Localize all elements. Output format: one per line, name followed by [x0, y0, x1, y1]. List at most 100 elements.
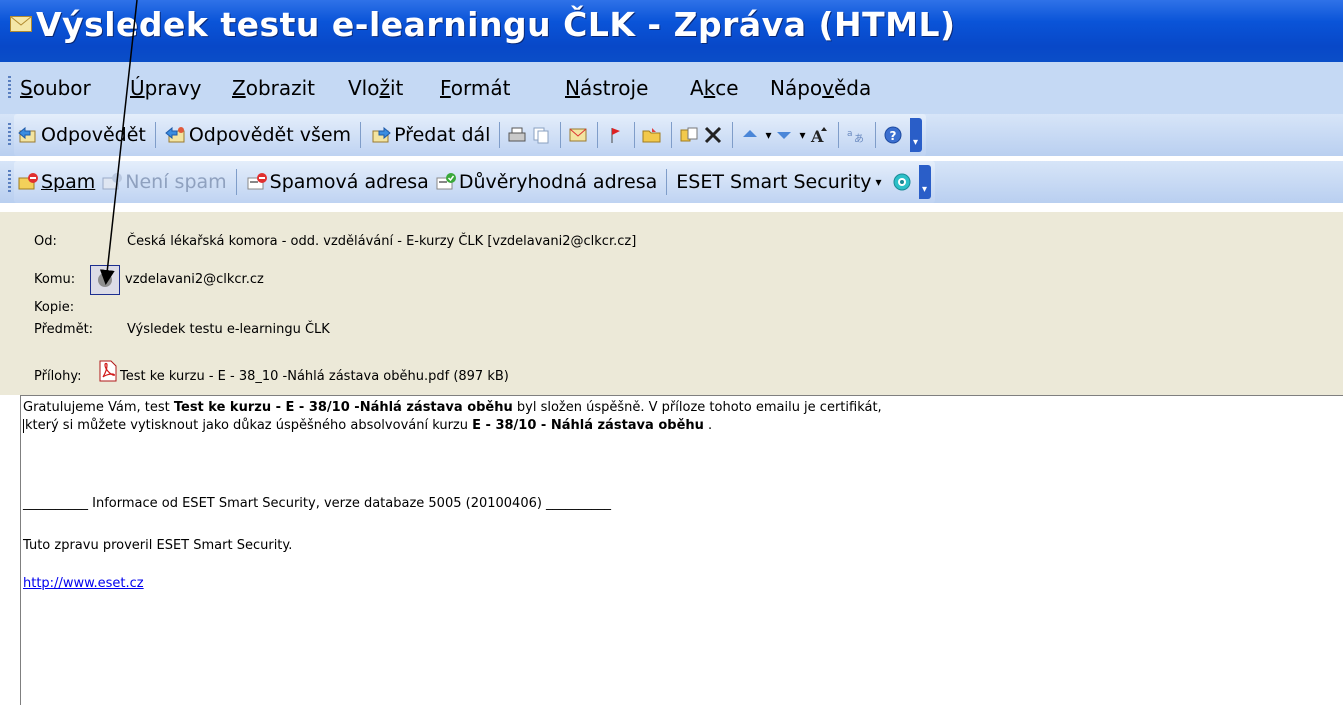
- previous-item-icon[interactable]: [739, 125, 761, 145]
- from-label: Od:: [34, 234, 57, 249]
- toolbar-separator: [837, 122, 839, 148]
- toolbar-separator: [666, 169, 668, 195]
- from-value[interactable]: Česká lékařská komora - odd. vzdělávání …: [127, 234, 636, 249]
- body-line-1: Gratulujeme Vám, test Test ke kurzu - E …: [23, 400, 882, 415]
- toolbar-separator: [360, 122, 362, 148]
- toolbar-separator: [671, 122, 673, 148]
- move-icon[interactable]: [678, 125, 700, 145]
- not-spam-button[interactable]: Není spam: [98, 171, 229, 193]
- menu-nastroje[interactable]: Nástroje: [565, 76, 648, 100]
- reply-all-label: Odpovědět všem: [188, 124, 352, 146]
- follow-up-flag-icon[interactable]: [604, 125, 626, 145]
- body-line-1-course: Test ke kurzu - E - 38/10 -Náhlá zástava…: [173, 400, 513, 415]
- eset-info-line: __________ Informace od ESET Smart Secur…: [23, 496, 612, 511]
- menu-akce[interactable]: Akce: [690, 76, 739, 100]
- message-header: Od: Česká lékařská komora - odd. vzděláv…: [0, 212, 1343, 395]
- eset-toolbar-buttons: Spam Není spam Spamová adresa Důvěryhodn…: [14, 161, 935, 203]
- font-size-icon[interactable]: A: [808, 125, 830, 145]
- attachments-label: Přílohy:: [34, 369, 82, 384]
- svg-text:A: A: [810, 127, 824, 145]
- toolbar-options-chevron[interactable]: ▾: [909, 118, 922, 152]
- toolbar-separator: [874, 122, 876, 148]
- trusted-address-icon: [436, 173, 456, 190]
- spam-button[interactable]: Spam: [14, 171, 98, 193]
- toolbar-options-chevron[interactable]: ▾: [918, 165, 931, 199]
- menu-napoveda[interactable]: Nápověda: [770, 76, 871, 100]
- reply-button[interactable]: Odpovědět: [14, 124, 149, 146]
- not-spam-icon: [102, 173, 123, 190]
- menu-soubor[interactable]: Soubor: [20, 76, 91, 100]
- trusted-address-button[interactable]: Důvěryhodná adresa: [432, 171, 660, 193]
- toolbar-separator: [597, 122, 599, 148]
- trusted-address-label: Důvěryhodná adresa: [458, 171, 658, 193]
- standard-toolbar-buttons: Odpovědět Odpovědět všem Předat dál ▾ ▾ …: [14, 114, 926, 156]
- toolbar-grip[interactable]: [8, 170, 11, 194]
- menu-vlozit[interactable]: Vložit: [348, 76, 403, 100]
- toolbar-separator: [634, 122, 636, 148]
- spam-address-button[interactable]: Spamová adresa: [243, 171, 432, 193]
- subject-value: Výsledek testu e-learningu ČLK: [127, 322, 330, 337]
- body-line-2: který si můžete vytisknout jako důkaz ús…: [23, 418, 712, 433]
- forward-icon: [372, 126, 391, 143]
- menu-bar: Soubor Úpravy Zobrazit Vložit Formát Nás…: [0, 62, 1343, 114]
- reply-label: Odpovědět: [41, 124, 146, 146]
- toolbar-grip[interactable]: [8, 123, 11, 147]
- open-folder-icon[interactable]: [641, 125, 663, 145]
- encoding-icon[interactable]: aあ: [845, 125, 867, 145]
- cc-label: Kopie:: [34, 300, 75, 315]
- eset-toolbar: Spam Není spam Spamová adresa Důvěryhodn…: [0, 161, 1343, 203]
- chevron-down-icon: ▾: [875, 175, 882, 189]
- next-item-dropdown[interactable]: ▾: [797, 128, 807, 142]
- spam-icon: [18, 173, 38, 190]
- pdf-icon[interactable]: [98, 360, 118, 382]
- svg-text:a: a: [847, 129, 853, 139]
- envelope-icon: [10, 16, 32, 32]
- text-caret: [23, 418, 24, 433]
- subject-label: Předmět:: [34, 322, 94, 337]
- eset-link[interactable]: http://www.eset.cz: [23, 576, 144, 591]
- to-label: Komu:: [34, 272, 76, 287]
- eset-menu-button[interactable]: ESET Smart Security ▾: [673, 171, 884, 193]
- delete-icon[interactable]: [702, 125, 724, 145]
- body-line-2-prefix: který si můžete vytisknout jako důkaz ús…: [25, 418, 473, 433]
- not-spam-label: Není spam: [125, 171, 227, 193]
- previous-item-dropdown[interactable]: ▾: [763, 128, 773, 142]
- toolbar-separator: [499, 122, 501, 148]
- copy-icon[interactable]: [530, 125, 552, 145]
- to-value[interactable]: vzdelavani2@clkcr.cz: [125, 272, 264, 287]
- reply-all-button[interactable]: Odpovědět všem: [162, 124, 354, 146]
- envelope-flag-icon[interactable]: [567, 125, 589, 145]
- reply-icon: [18, 126, 36, 143]
- forward-label: Předat dál: [394, 124, 491, 146]
- message-body[interactable]: Gratulujeme Vám, test Test ke kurzu - E …: [20, 395, 1343, 705]
- menubar-grip[interactable]: [8, 76, 11, 100]
- menu-zobrazit[interactable]: Zobrazit: [232, 76, 315, 100]
- window-title: Výsledek testu e-learningu ČLK - Zpráva …: [36, 4, 956, 44]
- toolbar-separator: [154, 122, 156, 148]
- eset-menu-label: ESET Smart Security: [676, 171, 872, 193]
- help-icon[interactable]: ?: [882, 125, 904, 145]
- forward-button[interactable]: Předat dál: [367, 124, 493, 146]
- standard-toolbar: Odpovědět Odpovědět všem Předat dál ▾ ▾ …: [0, 114, 1343, 156]
- body-line-2-suffix: .: [703, 418, 713, 433]
- contact-status-icon[interactable]: [90, 265, 120, 295]
- spam-address-label: Spamová adresa: [269, 171, 429, 193]
- window-titlebar: Výsledek testu e-learningu ČLK - Zpráva …: [0, 0, 1343, 62]
- svg-text:?: ?: [889, 129, 896, 143]
- body-line-1-prefix: Gratulujeme Vám, test: [23, 400, 174, 415]
- toolbar-separator: [235, 169, 237, 195]
- toolbar-separator: [560, 122, 562, 148]
- toolbar-separator: [732, 122, 734, 148]
- next-item-icon[interactable]: [773, 125, 795, 145]
- menu-format[interactable]: Formát: [440, 76, 510, 100]
- body-line-2-course: E - 38/10 - Náhlá zástava oběhu: [472, 418, 704, 433]
- print-icon[interactable]: [506, 125, 528, 145]
- menu-upravy[interactable]: Úpravy: [130, 76, 202, 100]
- spam-address-icon: [247, 173, 267, 190]
- eset-logo-icon[interactable]: [891, 172, 913, 192]
- body-line-1-suffix: byl složen úspěšně. V příloze tohoto ema…: [512, 400, 882, 415]
- spam-label: Spam: [41, 171, 96, 193]
- attachment-link[interactable]: Test ke kurzu - E - 38_10 -Náhlá zástava…: [120, 369, 509, 384]
- reply-all-icon: [165, 126, 185, 143]
- eset-checked-line: Tuto zpravu proveril ESET Smart Security…: [23, 538, 293, 553]
